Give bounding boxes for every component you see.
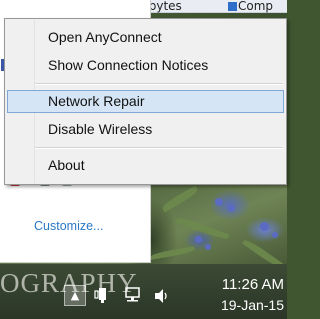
menu-separator bbox=[35, 83, 283, 85]
power-plug-icon[interactable] bbox=[94, 286, 110, 307]
menu-edge-marker bbox=[1, 59, 4, 71]
taskbar-clock[interactable]: 11:26 AM 19-Jan-15 bbox=[180, 275, 284, 315]
anyconnect-context-menu: Open AnyConnect Show Connection Notices … bbox=[1, 18, 287, 185]
chevron-up-icon[interactable]: ▲ bbox=[64, 285, 86, 306]
menu-item-label: Show Connection Notices bbox=[48, 57, 209, 73]
menu-item-network-repair[interactable]: Network Repair bbox=[7, 90, 284, 113]
clock-date: 19-Jan-15 bbox=[220, 297, 284, 313]
menu-item-label: About bbox=[48, 157, 85, 173]
menu-item-about[interactable]: About bbox=[7, 154, 284, 176]
menu-item-open-anyconnect[interactable]: Open AnyConnect bbox=[7, 26, 284, 48]
menu-separator bbox=[35, 147, 283, 149]
computer-icon bbox=[228, 2, 237, 11]
customize-link[interactable]: Customize... bbox=[34, 219, 103, 233]
clock-time: 11:26 AM bbox=[221, 276, 284, 293]
menu-item-label: Disable Wireless bbox=[48, 121, 153, 137]
menu-item-label: Network Repair bbox=[48, 93, 145, 109]
column-header-text: Comp bbox=[238, 0, 274, 13]
network-icon[interactable] bbox=[123, 287, 143, 306]
volume-icon[interactable] bbox=[154, 288, 170, 307]
menu-item-disable-wireless[interactable]: Disable Wireless bbox=[7, 118, 284, 140]
menu-item-label: Open AnyConnect bbox=[48, 29, 162, 45]
menu-item-show-connection-notices[interactable]: Show Connection Notices bbox=[7, 54, 284, 76]
